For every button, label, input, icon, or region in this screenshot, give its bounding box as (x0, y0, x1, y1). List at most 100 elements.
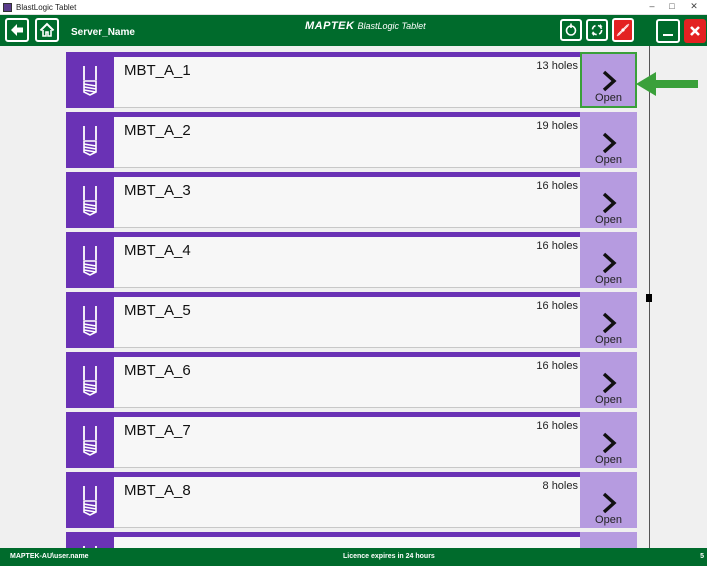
chevron-right-icon (602, 70, 617, 92)
hole-count: 16 holes (536, 360, 578, 372)
close-icon (690, 26, 700, 36)
minimize-button[interactable] (656, 19, 680, 43)
blast-card-body[interactable]: MBT_A_8 8 holes (114, 477, 580, 528)
blast-list[interactable]: MBT_A_1 13 holes Open MBT_A_2 19 holes O… (0, 46, 707, 548)
drill-hole-icon (83, 486, 97, 516)
open-label: Open (595, 92, 622, 104)
blast-name: MBT_A_6 (124, 362, 191, 379)
blast-card-body[interactable]: MBT_A_2 19 holes (114, 117, 580, 168)
app-toolbar: Server_Name MAPTEK BlastLogic Tablet (0, 15, 707, 46)
status-bar: MAPTEK-AU\user.name Licence expires in 2… (0, 548, 707, 566)
drill-hole-icon (83, 426, 97, 456)
blast-icon-tile (66, 352, 114, 408)
blast-card-body[interactable]: MBT_A_5 16 holes (114, 297, 580, 348)
blast-card: MBT_A_7 16 holes Open (66, 412, 637, 468)
back-button[interactable] (5, 18, 29, 42)
arrow-left-annotation-icon (636, 72, 698, 96)
open-label: Open (595, 334, 622, 346)
hole-count: 13 holes (536, 60, 578, 72)
blast-card-body[interactable] (114, 537, 580, 548)
sync-button[interactable] (586, 19, 608, 41)
window-title: BlastLogic Tablet (16, 2, 77, 12)
hole-count: 16 holes (536, 240, 578, 252)
blast-icon-tile (66, 112, 114, 168)
blast-card: MBT_A_4 16 holes Open (66, 232, 637, 288)
drill-hole-icon (83, 66, 97, 96)
hole-count: 16 holes (536, 180, 578, 192)
chevron-right-icon (602, 432, 617, 454)
blast-name: MBT_A_7 (124, 422, 191, 439)
chevron-right-icon (602, 372, 617, 394)
blast-card: MBT_A_5 16 holes Open (66, 292, 637, 348)
open-blast-button[interactable]: Open (580, 352, 637, 408)
open-label: Open (595, 514, 622, 526)
blast-icon-tile (66, 472, 114, 528)
blast-card-body[interactable]: MBT_A_7 16 holes (114, 417, 580, 468)
blast-card: MBT_A_2 19 holes Open (66, 112, 637, 168)
hole-count: 19 holes (536, 120, 578, 132)
chevron-right-icon (602, 312, 617, 334)
window-titlebar: BlastLogic Tablet – □ ✕ (0, 0, 707, 15)
blast-icon-tile (66, 52, 114, 108)
window-close-button[interactable]: ✕ (684, 1, 704, 12)
home-icon (39, 22, 55, 37)
drill-hole-icon (83, 126, 97, 156)
blast-icon-tile (66, 532, 114, 548)
blast-card-body[interactable]: MBT_A_1 13 holes (114, 57, 580, 108)
window-maximize-button[interactable]: □ (662, 1, 682, 11)
blast-name: MBT_A_2 (124, 122, 191, 139)
blast-card: MBT_A_8 8 holes Open (66, 472, 637, 528)
drill-hole-icon (83, 366, 97, 396)
server-name: Server_Name (71, 27, 135, 38)
blast-card: MBT_A_3 16 holes Open (66, 172, 637, 228)
blast-card-body[interactable]: MBT_A_6 16 holes (114, 357, 580, 408)
blast-card-body[interactable]: MBT_A_4 16 holes (114, 237, 580, 288)
product-name: BlastLogic Tablet (357, 21, 426, 31)
open-blast-button[interactable]: Open (580, 232, 637, 288)
app-icon (3, 2, 12, 12)
open-blast-button[interactable]: Open (580, 412, 637, 468)
blast-name: MBT_A_3 (124, 182, 191, 199)
window-minimize-button[interactable]: – (642, 1, 662, 11)
disconnect-button[interactable] (612, 18, 634, 42)
open-label: Open (595, 394, 622, 406)
drill-hole-icon (83, 186, 97, 216)
close-app-button[interactable] (684, 19, 706, 43)
open-label: Open (595, 214, 622, 226)
maptek-brand: MAPTEK BlastLogic Tablet (305, 20, 426, 32)
maptek-logo: MAPTEK (305, 20, 355, 32)
open-blast-button[interactable]: Open (580, 292, 637, 348)
blast-name: MBT_A_8 (124, 482, 191, 499)
blast-name: MBT_A_4 (124, 242, 191, 259)
chevron-right-icon (602, 132, 617, 154)
user-name: MAPTEK-AU\user.name (10, 553, 89, 560)
blast-icon-tile (66, 412, 114, 468)
blast-icon-tile (66, 232, 114, 288)
blast-icon-tile (66, 292, 114, 348)
blast-card-body[interactable]: MBT_A_3 16 holes (114, 177, 580, 228)
open-blast-button[interactable]: Open (580, 112, 637, 168)
blast-name: MBT_A_5 (124, 302, 191, 319)
open-blast-button[interactable]: Open (580, 172, 637, 228)
open-label: Open (595, 274, 622, 286)
status-trailing: 5 (700, 553, 704, 560)
drill-hole-icon (83, 246, 97, 276)
licence-status: Licence expires in 24 hours (343, 553, 435, 560)
minimize-icon (663, 34, 673, 36)
open-blast-button[interactable] (580, 532, 637, 548)
open-blast-button[interactable]: Open (580, 472, 637, 528)
scrollbar-thumb[interactable] (646, 294, 652, 302)
blast-card: MBT_A_6 16 holes Open (66, 352, 637, 408)
hole-count: 16 holes (536, 420, 578, 432)
open-blast-button[interactable]: Open (580, 52, 637, 108)
open-label: Open (595, 154, 622, 166)
blast-name: MBT_A_1 (124, 62, 191, 79)
blast-card-partial (66, 532, 637, 548)
refresh-icon (565, 23, 577, 36)
home-button[interactable] (35, 18, 59, 42)
refresh-button[interactable] (560, 19, 582, 41)
hole-count: 16 holes (536, 300, 578, 312)
open-label: Open (595, 454, 622, 466)
drill-hole-icon (83, 306, 97, 336)
blast-card: MBT_A_1 13 holes Open (66, 52, 637, 108)
